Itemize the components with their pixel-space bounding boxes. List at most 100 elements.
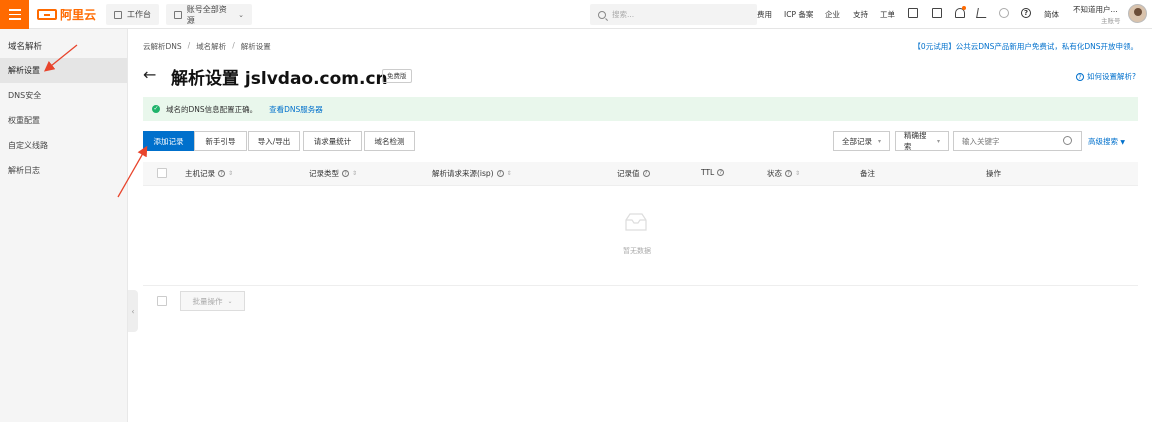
bulb-icon[interactable] (999, 8, 1009, 18)
breadcrumb-item[interactable]: 域名解析 (196, 41, 226, 52)
sidebar-collapse-handle[interactable]: ‹ (128, 290, 138, 332)
info-icon[interactable]: ? (342, 170, 349, 177)
sort-icon[interactable]: ⇕ (507, 170, 512, 177)
nav-billing[interactable]: 费用 (757, 9, 772, 20)
table-footer-divider (143, 285, 1138, 286)
col-label: 状态 (767, 169, 782, 178)
col-ttl: TTL ? (701, 168, 725, 177)
home-icon (114, 10, 122, 19)
sidebar-item-label: 解析设置 (8, 66, 40, 75)
col-status[interactable]: 状态 ? ⇕ (767, 168, 800, 179)
avatar[interactable] (1128, 4, 1147, 23)
col-host-record[interactable]: 主机记录 ? ⇕ (185, 168, 233, 179)
workbench-button[interactable]: 工作台 (106, 4, 159, 25)
sort-icon[interactable]: ⇕ (352, 170, 357, 177)
col-remark: 备注 (860, 168, 875, 179)
resource-selector[interactable]: 账号全部资源 ⌄ (166, 4, 252, 25)
col-label: 主机记录 (185, 169, 215, 178)
help-link-label: 如何设置解析? (1087, 72, 1136, 81)
caret-down-icon: ▼ (1120, 139, 1126, 146)
sidebar-item-dns-security[interactable]: DNS安全 (0, 83, 127, 108)
batch-label: 批量操作 (192, 296, 223, 306)
info-icon[interactable]: ? (496, 170, 504, 177)
col-label: 记录值 (617, 169, 640, 178)
help-icon[interactable]: ? (1021, 8, 1031, 18)
back-arrow-icon[interactable]: ← (143, 66, 156, 84)
request-stats-button[interactable]: 请求量统计 (303, 131, 362, 151)
empty-state-text: 暂无数据 (623, 247, 651, 255)
info-icon[interactable]: ? (218, 170, 225, 177)
select-all-checkbox[interactable] (157, 168, 167, 178)
menu-icon[interactable] (0, 0, 29, 29)
search-placeholder: 搜索... (612, 10, 635, 19)
alert-message: 域名的DNS信息配置正确。 (166, 104, 258, 114)
nav-ticket[interactable]: 工单 (880, 9, 895, 20)
sidebar: 域名解析 解析设置 DNS安全 权重配置 自定义线路 解析日志 (0, 29, 128, 422)
workbench-label: 工作台 (127, 10, 151, 19)
domain-check-button[interactable]: 域名检测 (364, 131, 415, 151)
footer-select-all-checkbox[interactable] (157, 296, 167, 306)
resource-icon (174, 10, 182, 19)
import-export-button[interactable]: 导入/导出 (248, 131, 300, 151)
sidebar-title: 域名解析 (8, 42, 43, 52)
search-icon[interactable] (1063, 136, 1072, 145)
record-filter-select[interactable]: 全部记录 ▾ (833, 131, 890, 151)
breadcrumb-separator: / (187, 41, 191, 50)
sort-icon[interactable]: ⇕ (228, 170, 233, 177)
help-link[interactable]: ? 如何设置解析? (1076, 71, 1136, 82)
search-icon (598, 10, 606, 19)
col-record-type[interactable]: 记录类型 ? ⇕ (309, 168, 357, 179)
breadcrumb-item[interactable]: 云解析DNS (143, 41, 182, 52)
sidebar-item-custom-line[interactable]: 自定义线路 (0, 133, 127, 158)
col-isp-source[interactable]: 解析请求来源(isp) ? ⇕ (432, 168, 512, 179)
batch-actions-button[interactable]: 批量操作 ⌄ (180, 291, 245, 311)
breadcrumb-separator: / (232, 41, 235, 50)
guide-button[interactable]: 新手引导 (194, 131, 247, 151)
info-icon[interactable]: ? (642, 170, 650, 177)
nav-icp[interactable]: ICP 备案 (784, 9, 813, 20)
edition-badge: 免费版 (382, 69, 412, 83)
sidebar-item-label: 自定义线路 (8, 141, 48, 150)
advanced-search-toggle[interactable]: 高级搜索 ▼ (1088, 136, 1125, 147)
language-switch[interactable]: 简体 (1044, 9, 1059, 20)
chevron-down-icon: ▾ (877, 137, 881, 145)
col-actions: 操作 (986, 168, 1001, 179)
col-label: 操作 (986, 169, 1001, 178)
dns-status-alert: ✓ 域名的DNS信息配置正确。 查看DNS服务器 (143, 97, 1138, 121)
view-dns-servers-link[interactable]: 查看DNS服务器 (269, 104, 323, 115)
page-title: 解析设置 jslvdao.com.cn (171, 69, 388, 89)
empty-inbox-icon (625, 213, 647, 231)
resource-label: 账号全部资源 (186, 4, 227, 25)
nav-enterprise[interactable]: 企业 (825, 9, 840, 20)
info-icon[interactable]: ? (717, 169, 725, 176)
nav-support[interactable]: 支持 (853, 9, 868, 20)
breadcrumb: 云解析DNS / 域名解析 / 解析设置 (143, 41, 271, 52)
sidebar-item-dns-settings[interactable]: 解析设置 (0, 58, 127, 83)
cart-icon[interactable] (976, 8, 988, 18)
col-label: 解析请求来源(isp) (432, 169, 494, 178)
user-name[interactable]: 不知道用户... (1073, 4, 1118, 15)
sidebar-item-label: 解析日志 (8, 166, 40, 175)
sidebar-item-weight[interactable]: 权重配置 (0, 108, 127, 133)
record-filter-value: 全部记录 (842, 136, 872, 146)
info-icon[interactable]: ? (785, 170, 792, 177)
sidebar-item-label: 权重配置 (8, 116, 40, 125)
sidebar-item-logs[interactable]: 解析日志 (0, 158, 127, 183)
aliyun-logo[interactable]: 阿里云 (37, 6, 96, 23)
col-record-value: 记录值 ? (617, 168, 650, 179)
add-record-button[interactable]: 添加记录 (143, 131, 194, 151)
search-mode-value: 精确搜索 (904, 131, 927, 151)
records-table-header: 主机记录 ? ⇕ 记录类型 ? ⇕ 解析请求来源(isp) ? ⇕ 记录值 ? … (143, 162, 1138, 186)
sidebar-item-label: DNS安全 (8, 91, 42, 100)
global-search-input[interactable]: 搜索... (590, 4, 757, 25)
sort-icon[interactable]: ⇕ (795, 170, 800, 177)
notification-dot (962, 6, 966, 10)
question-icon: ? (1076, 72, 1085, 81)
promo-link[interactable]: 【0元试用】公共云DNS产品新用户免费试，私有化DNS开放申领。 (913, 41, 1138, 52)
message-icon[interactable] (932, 8, 942, 18)
breadcrumb-item: 解析设置 (240, 42, 271, 51)
check-icon: ✓ (152, 105, 160, 113)
col-label: TTL (701, 168, 715, 177)
search-mode-select[interactable]: 精确搜索 ▾ (895, 131, 949, 151)
apps-icon[interactable] (908, 8, 918, 18)
